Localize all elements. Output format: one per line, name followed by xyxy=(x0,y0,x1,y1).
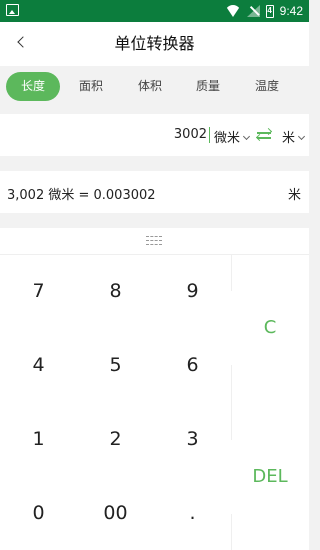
swap-units-icon[interactable] xyxy=(255,126,273,144)
status-time: 9:42 xyxy=(279,4,303,18)
key-3[interactable]: 3 xyxy=(154,402,231,476)
tab-temperature[interactable]: 温度 xyxy=(240,72,294,101)
battery-icon: 4 xyxy=(265,4,274,18)
key-7[interactable]: 7 xyxy=(0,254,77,328)
to-unit-select[interactable]: 米 xyxy=(282,127,306,146)
app-header: 单位转换器 xyxy=(0,22,309,66)
result-text: 3,002 微米 = 0.003002 xyxy=(7,188,156,203)
wifi-icon xyxy=(224,5,241,17)
page-title: 单位转换器 xyxy=(114,34,195,53)
gallery-notification-icon xyxy=(6,4,19,16)
key-5[interactable]: 5 xyxy=(77,328,154,402)
tab-volume[interactable]: 体积 xyxy=(123,72,177,101)
tab-length[interactable]: 长度 xyxy=(6,72,60,101)
no-signal-icon xyxy=(246,5,260,17)
tab-area[interactable]: 面积 xyxy=(64,72,118,101)
delete-button[interactable]: DEL xyxy=(231,440,309,514)
key-4[interactable]: 4 xyxy=(0,328,77,402)
from-unit-select[interactable]: 微米 xyxy=(214,127,251,146)
key-6[interactable]: 6 xyxy=(154,328,231,402)
result-row: 3,002 微米 = 0.003002 米 xyxy=(0,171,309,213)
key-2[interactable]: 2 xyxy=(77,402,154,476)
status-bar: 4 9:42 xyxy=(0,0,309,22)
text-cursor xyxy=(209,127,210,143)
input-value[interactable]: 3002 xyxy=(174,127,207,142)
chevron-down-icon xyxy=(297,132,306,141)
chevron-down-icon xyxy=(242,132,251,141)
collapse-keyboard-icon[interactable] xyxy=(144,233,164,247)
key-9[interactable]: 9 xyxy=(154,254,231,328)
to-unit-label: 米 xyxy=(282,131,296,146)
from-unit-label: 微米 xyxy=(214,131,241,146)
input-row: 3002 微米 米 xyxy=(0,114,309,156)
clear-button[interactable]: C xyxy=(231,291,309,365)
category-tabs: 长度 面积 体积 质量 温度 xyxy=(0,66,309,108)
status-right-group: 4 9:42 xyxy=(224,2,303,20)
back-arrow-icon[interactable] xyxy=(14,32,34,56)
key-8[interactable]: 8 xyxy=(77,254,154,328)
numeric-keypad: 7 8 9 4 5 6 1 2 3 0 00 . C DEL xyxy=(0,228,309,550)
key-0[interactable]: 0 xyxy=(0,476,77,550)
tab-mass[interactable]: 质量 xyxy=(181,72,235,101)
result-unit: 米 xyxy=(287,188,301,203)
key-decimal[interactable]: . xyxy=(154,476,231,550)
key-00[interactable]: 00 xyxy=(77,476,154,550)
key-1[interactable]: 1 xyxy=(0,402,77,476)
